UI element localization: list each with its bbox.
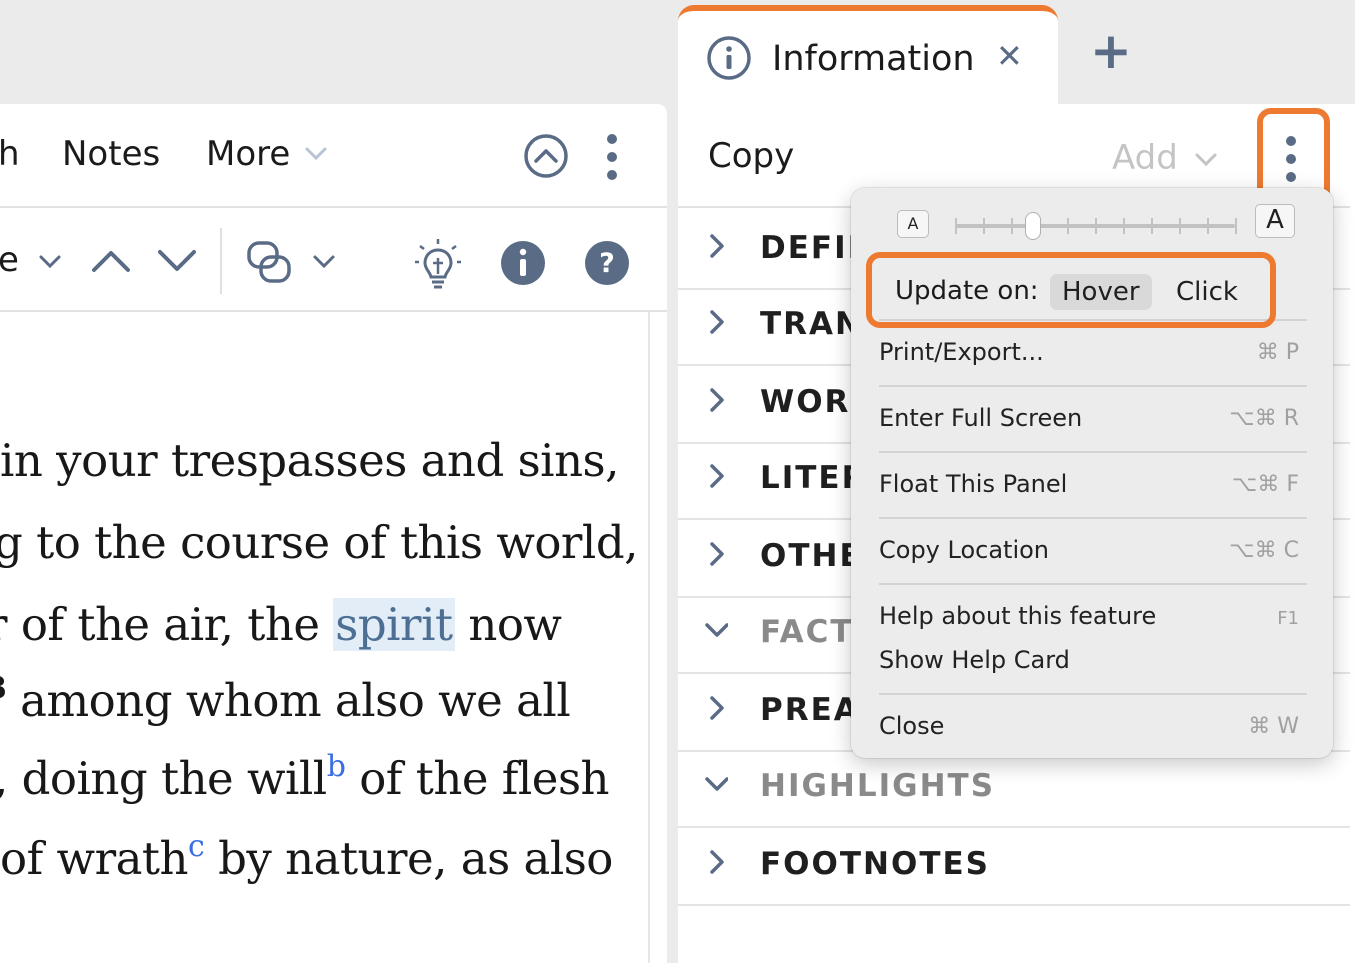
chevron-down-icon[interactable] — [704, 770, 728, 800]
menu-item-float-panel[interactable]: Float This Panel ⌥⌘ F — [851, 466, 1333, 506]
kebab-menu-icon[interactable] — [600, 132, 624, 182]
menu-separator — [879, 693, 1307, 695]
slider-tick — [1067, 218, 1069, 234]
menu-item-enter-full-screen[interactable]: Enter Full Screen ⌥⌘ R — [851, 400, 1333, 440]
reading-panel: h Notes More e ? in your trespasses and … — [0, 104, 667, 963]
menu-item-shortcut: ⌘ W — [1248, 714, 1299, 739]
slider-thumb[interactable] — [1025, 212, 1042, 240]
slider-tick — [955, 218, 957, 234]
menu-item-show-help-card[interactable]: Show Help Card — [851, 642, 1333, 682]
font-size-slider[interactable] — [955, 212, 1237, 240]
passage-line: 3 among whom also we all — [0, 671, 571, 727]
menu-item-shortcut: F1 — [1277, 608, 1299, 629]
chevron-right-icon[interactable] — [704, 386, 728, 416]
slider-tick — [1095, 218, 1097, 234]
passage-line: g to the course of this world, — [0, 516, 638, 569]
svg-text:?: ? — [599, 248, 615, 279]
chevron-right-icon[interactable] — [704, 462, 728, 492]
close-tab-icon[interactable]: ✕ — [996, 37, 1023, 75]
chevron-down-icon[interactable] — [312, 254, 336, 270]
tab-information[interactable]: Information ✕ — [678, 5, 1058, 113]
add-menu[interactable]: Add — [1112, 138, 1178, 178]
menu-item-close[interactable]: Close ⌘ W — [851, 708, 1333, 748]
footnote-marker[interactable]: b — [327, 749, 346, 784]
menu-item-label: Close — [879, 712, 945, 740]
chevron-down-icon[interactable] — [704, 616, 728, 646]
add-tab-icon[interactable]: + — [1090, 22, 1132, 80]
section-row[interactable]: HIGHLIGHTS — [678, 750, 1350, 828]
font-larger-button[interactable]: A — [1255, 204, 1295, 238]
chevron-right-icon[interactable] — [704, 694, 728, 724]
menu-item-label: Float This Panel — [879, 470, 1068, 498]
slider-tick — [1235, 218, 1237, 234]
menu-item-shortcut: ⌥⌘ F — [1232, 472, 1299, 497]
menu-separator — [879, 583, 1307, 585]
menu-item-label: Copy Location — [879, 536, 1050, 564]
slider-tick — [1011, 218, 1013, 234]
next-arrow-icon[interactable] — [156, 246, 198, 276]
chevron-right-icon[interactable] — [704, 308, 728, 338]
notes-menu[interactable]: Notes — [62, 134, 160, 174]
menu-separator — [879, 517, 1307, 519]
section-label: HIGHLIGHTS — [760, 768, 996, 804]
menu-item-label: Enter Full Screen — [879, 404, 1083, 432]
navigation-toolbar: e ? — [0, 208, 667, 312]
chevron-down-icon[interactable] — [1194, 152, 1218, 168]
slider-tick — [1179, 218, 1181, 234]
chevron-down-icon[interactable] — [304, 146, 328, 162]
highlighted-word[interactable]: spirit — [333, 598, 455, 651]
scroll-track[interactable] — [648, 312, 650, 963]
chevron-right-icon[interactable] — [704, 848, 728, 878]
menu-item-copy-location[interactable]: Copy Location ⌥⌘ C — [851, 532, 1333, 572]
more-menu[interactable]: More — [206, 134, 290, 174]
font-smaller-button[interactable]: A — [897, 210, 929, 238]
collapse-toolbar-icon[interactable] — [522, 132, 570, 180]
passage-line: , doing the willb of the flesh — [0, 749, 610, 805]
tab-title: Information — [772, 39, 975, 79]
slider-tick — [983, 218, 985, 234]
lightbulb-icon[interactable] — [412, 236, 464, 292]
dropdown-partial-label[interactable]: e — [0, 240, 19, 280]
section-label: OTHE — [760, 538, 863, 574]
passage-line: of wrathc by nature, as also — [0, 829, 613, 885]
update-on-highlight — [866, 252, 1276, 328]
menu-item-shortcut: ⌘ P — [1256, 340, 1299, 365]
link-panels-icon[interactable] — [246, 240, 294, 286]
menu-item-label: Help about this feature — [879, 602, 1157, 630]
chevron-right-icon[interactable] — [704, 232, 728, 262]
chevron-down-icon[interactable] — [38, 254, 62, 270]
chevron-right-icon[interactable] — [704, 540, 728, 570]
section-label: FOOTNOTES — [760, 846, 990, 882]
menu-item-shortcut: ⌥⌘ C — [1229, 538, 1299, 563]
panel-menu-icon[interactable] — [1279, 134, 1303, 184]
slider-tick — [1151, 218, 1153, 234]
toolbar-divider — [220, 228, 222, 294]
menu-separator — [879, 451, 1307, 453]
help-icon[interactable]: ? — [584, 240, 630, 286]
menu-item-print-export[interactable]: Print/Export... ⌘ P — [851, 334, 1333, 374]
slider-tick — [1123, 218, 1125, 234]
passage-line: r of the air, the spirit now — [0, 598, 562, 651]
menu-item-label: Show Help Card — [879, 646, 1070, 674]
menu-item-shortcut: ⌥⌘ R — [1229, 406, 1299, 431]
verse-number[interactable]: 3 — [0, 671, 7, 706]
slider-tick — [1207, 218, 1209, 234]
copy-menu[interactable]: Copy — [708, 136, 794, 176]
info-icon[interactable] — [500, 240, 546, 286]
toolbar-partial-item[interactable]: h — [0, 134, 20, 174]
footnote-marker[interactable]: c — [188, 829, 205, 864]
info-outline-icon — [707, 36, 751, 80]
menu-separator — [879, 385, 1307, 387]
menu-item-help-feature[interactable]: Help about this feature F1 — [851, 598, 1333, 638]
menu-item-label: Print/Export... — [879, 338, 1044, 366]
passage-line: in your trespasses and sins, — [0, 434, 619, 487]
section-row[interactable]: FOOTNOTES — [678, 828, 1350, 906]
panel-toolbar: h Notes More — [0, 104, 667, 208]
previous-arrow-icon[interactable] — [90, 246, 132, 276]
